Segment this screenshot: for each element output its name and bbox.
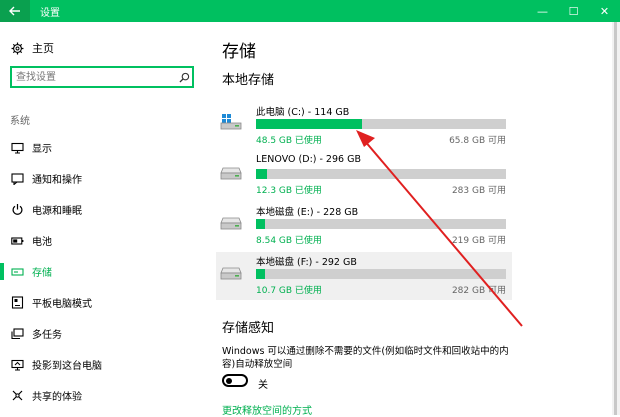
maximize-icon: ☐ (568, 4, 579, 18)
drive-item[interactable]: 本地磁盘 (F:) - 292 GB 10.7 GB 已使用 282 GB 可用 (216, 252, 512, 300)
toggle-knob (226, 377, 232, 384)
drive-used: 10.7 GB 已使用 (256, 286, 322, 296)
sidebar-item-label: 平板电脑模式 (32, 299, 92, 310)
search-icon[interactable] (176, 72, 192, 83)
drive-item[interactable]: 本地磁盘 (E:) - 228 GB 8.54 GB 已使用 219 GB 可用 (216, 202, 512, 250)
storage-sense-toggle[interactable] (222, 374, 248, 387)
drive-name: 此电脑 (C:) - 114 GB (256, 107, 350, 118)
sidebar-item-label: 存储 (32, 268, 52, 279)
drive-usage-fill (256, 119, 363, 129)
sidebar-item-label: 显示 (32, 144, 52, 155)
sidebar-item-label: 投影到这台电脑 (32, 361, 102, 372)
drive-usage-bar (256, 119, 506, 129)
display-icon (10, 141, 24, 155)
drive-name: 本地磁盘 (F:) - 292 GB (256, 257, 357, 268)
sidebar-item-shared-experiences[interactable]: 共享的体验 (0, 380, 206, 411)
sidebar-item-battery[interactable]: 电池 (0, 225, 206, 256)
back-button[interactable] (0, 0, 30, 22)
sidebar-item-storage[interactable]: 存储 (0, 256, 206, 287)
drive-used: 12.3 GB 已使用 (256, 186, 322, 196)
drive-free: 65.8 GB 可用 (449, 136, 506, 146)
local-storage-title: 本地存储 (222, 73, 275, 88)
drive-free: 283 GB 可用 (451, 186, 506, 196)
back-arrow-icon (9, 6, 20, 16)
search-box[interactable] (10, 66, 194, 88)
home-link[interactable]: 主页 (10, 40, 54, 56)
close-button[interactable]: ✕ (589, 0, 620, 22)
toggle-state-label: 关 (258, 380, 268, 391)
share-icon (10, 389, 24, 403)
drive-usage-fill (256, 219, 266, 229)
windows-drive-icon (220, 114, 244, 130)
main-content: 存储 本地存储 此电脑 (C:) - 114 GB 48.5 GB 已使用 65… (206, 22, 610, 417)
scrollbar[interactable] (612, 22, 620, 415)
storage-sense-title: 存储感知 (222, 321, 275, 336)
window-title: 设置 (40, 8, 60, 19)
project-icon (10, 358, 24, 372)
notification-icon (10, 172, 24, 186)
sidebar-item-label: 电源和睡眠 (32, 206, 82, 217)
sidebar: 主页 系统 显示 通知和操作 电源和睡眠 (0, 22, 206, 415)
sidebar-item-notifications[interactable]: 通知和操作 (0, 163, 206, 194)
drive-icon (220, 164, 244, 180)
drive-free: 219 GB 可用 (451, 236, 506, 246)
title-bar: 设置 — ☐ ✕ (0, 0, 620, 22)
drive-name: 本地磁盘 (E:) - 228 GB (256, 207, 359, 218)
sidebar-item-label: 通知和操作 (32, 175, 82, 186)
tablet-icon (10, 296, 24, 310)
drive-name: LENOVO (D:) - 296 GB (256, 154, 361, 165)
close-icon: ✕ (599, 4, 610, 18)
battery-icon (10, 234, 24, 248)
drive-usage-fill (256, 269, 266, 279)
maximize-button[interactable]: ☐ (558, 0, 589, 22)
sidebar-item-label: 电池 (32, 237, 52, 248)
scrollbar-thumb[interactable] (614, 22, 617, 415)
minimize-button[interactable]: — (527, 0, 558, 22)
drive-usage-bar (256, 169, 506, 179)
page-title: 存储 (222, 42, 256, 62)
minimize-icon: — (537, 4, 548, 18)
drive-free: 282 GB 可用 (451, 286, 506, 296)
sidebar-item-power[interactable]: 电源和睡眠 (0, 194, 206, 225)
drive-usage-bar (256, 269, 506, 279)
power-icon (10, 203, 24, 217)
sidebar-nav: 显示 通知和操作 电源和睡眠 电池 存储 平板电脑模式 多任务 投影到这台电脑 … (0, 132, 206, 411)
sidebar-item-display[interactable]: 显示 (0, 132, 206, 163)
storage-sense-description: Windows 可以通过删除不需要的文件(例如临时文件和回收站中的内容)自动释放… (222, 346, 509, 370)
home-label: 主页 (32, 42, 54, 55)
drive-icon (220, 214, 244, 230)
multitask-icon (10, 327, 24, 341)
sidebar-item-project[interactable]: 投影到这台电脑 (0, 349, 206, 380)
drive-usage-bar (256, 219, 506, 229)
sidebar-item-multitasking[interactable]: 多任务 (0, 318, 206, 349)
drive-item[interactable]: LENOVO (D:) - 296 GB 12.3 GB 已使用 283 GB … (216, 152, 512, 200)
drive-usage-fill (256, 169, 267, 179)
drive-icon (220, 264, 244, 280)
drive-used: 48.5 GB 已使用 (256, 136, 322, 146)
sidebar-item-tablet-mode[interactable]: 平板电脑模式 (0, 287, 206, 318)
gear-icon (10, 42, 24, 55)
search-input[interactable] (12, 68, 176, 86)
sidebar-item-label: 共享的体验 (32, 392, 82, 403)
drive-item[interactable]: 此电脑 (C:) - 114 GB 48.5 GB 已使用 65.8 GB 可用 (216, 102, 512, 150)
section-label-system: 系统 (10, 116, 30, 127)
storage-icon (10, 265, 24, 279)
sidebar-item-label: 多任务 (32, 330, 62, 341)
drive-used: 8.54 GB 已使用 (256, 236, 322, 246)
